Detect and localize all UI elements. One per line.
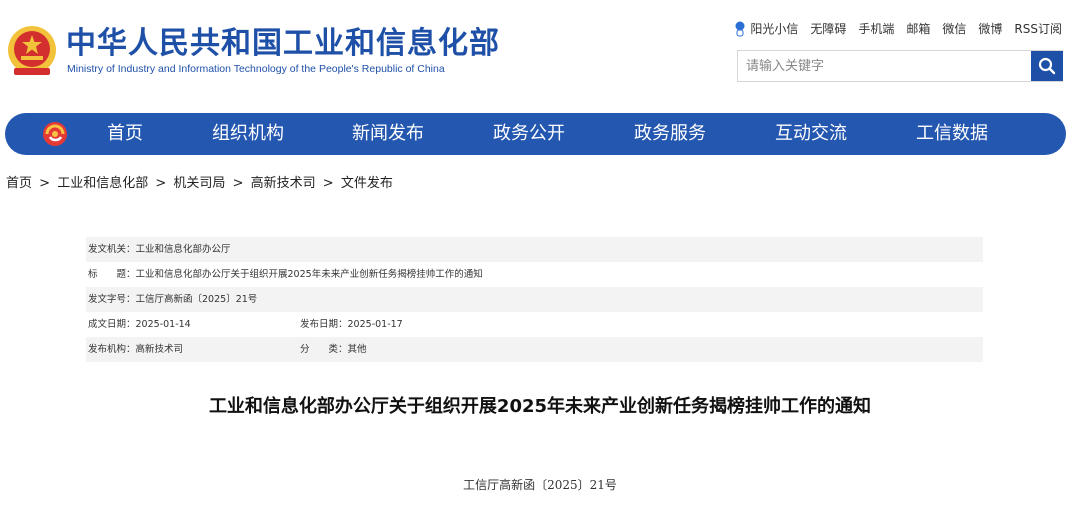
document-meta-table: 发文机关：工业和信息化部办公厅 标 题：工业和信息化部办公厅关于组织开展2025… — [86, 237, 983, 362]
site-name-cn[interactable]: 中华人民共和国工业和信息化部 — [66, 26, 500, 62]
meta-doc-no: 工信厅高新函〔2025〕21号 — [135, 294, 258, 305]
breadcrumb-separator: > — [39, 176, 51, 191]
breadcrumb-home[interactable]: 首页 — [6, 176, 32, 191]
breadcrumb-departments[interactable]: 机关司局 — [173, 176, 225, 191]
meta-written-date: 2025-01-14 — [135, 319, 191, 330]
meta-row-dates: 成文日期：2025-01-14 发布日期：2025-01-17 — [86, 312, 983, 337]
top-link-mail[interactable]: 邮箱 — [906, 20, 930, 37]
meta-label: 发布日期： — [300, 319, 348, 330]
meta-label: 分 类： — [300, 344, 348, 355]
top-link-weibo[interactable]: 微博 — [978, 20, 1002, 37]
meta-row-org: 发布机构：高新技术司 分 类：其他 — [86, 337, 983, 362]
meta-label: 成文日期： — [88, 319, 136, 330]
meta-row-issuer: 发文机关：工业和信息化部办公厅 — [86, 237, 983, 262]
breadcrumb-separator: > — [322, 176, 334, 191]
breadcrumb-documents[interactable]: 文件发布 — [341, 176, 393, 191]
document-number: 工信厅高新函〔2025〕21号 — [463, 478, 617, 492]
search-box — [737, 50, 1063, 82]
search-button[interactable] — [1031, 51, 1063, 81]
top-link-label: 阳光小信 — [750, 22, 799, 36]
meta-row-title: 标 题：工业和信息化部办公厅关于组织开展2025年未来产业创新任务揭榜挂帅工作的… — [86, 262, 983, 287]
meta-publish-date: 2025-01-17 — [347, 319, 403, 330]
site-name-en: Ministry of Industry and Information Tec… — [67, 63, 445, 75]
breadcrumb-separator: > — [155, 176, 167, 191]
meta-label: 标 题： — [88, 269, 136, 280]
nav-item-home[interactable]: 首页 — [107, 113, 143, 155]
nav-item-gov-affairs[interactable]: 政务公开 — [493, 113, 565, 155]
top-link-mobile[interactable]: 手机端 — [858, 20, 894, 37]
document-title: 工业和信息化部办公厅关于组织开展2025年未来产业创新任务揭榜挂帅工作的通知 — [208, 396, 872, 417]
meta-label: 发布机构： — [88, 344, 136, 355]
mascot-icon — [735, 21, 745, 36]
nav-item-gov-services[interactable]: 政务服务 — [634, 113, 706, 155]
nav-item-data[interactable]: 工信数据 — [916, 113, 988, 155]
site-header: 中华人民共和国工业和信息化部 Ministry of Industry and … — [0, 0, 1080, 100]
top-link-sunshine[interactable]: 阳光小信 — [734, 20, 798, 37]
nav-item-interaction[interactable]: 互动交流 — [775, 113, 847, 155]
meta-title: 工业和信息化部办公厅关于组织开展2025年未来产业创新任务揭榜挂帅工作的通知 — [135, 269, 483, 280]
meta-label: 发文机关： — [88, 244, 136, 255]
top-link-wechat[interactable]: 微信 — [942, 20, 966, 37]
top-links: 阳光小信 无障碍 手机端 邮箱 微信 微博 RSS订阅 — [734, 20, 1062, 37]
nav-item-organization[interactable]: 组织机构 — [212, 113, 284, 155]
meta-category: 其他 — [347, 344, 367, 355]
breadcrumb: 首页 > 工业和信息化部 > 机关司局 > 高新技术司 > 文件发布 — [6, 172, 396, 191]
top-link-rss[interactable]: RSS订阅 — [1014, 20, 1062, 37]
search-input[interactable] — [738, 51, 1031, 81]
meta-org: 高新技术司 — [135, 344, 184, 355]
top-link-accessibility[interactable]: 无障碍 — [810, 20, 846, 37]
breadcrumb-ministry[interactable]: 工业和信息化部 — [57, 176, 148, 191]
breadcrumb-separator: > — [232, 176, 244, 191]
main-nav: 首页 组织机构 新闻发布 政务公开 政务服务 互动交流 工信数据 — [5, 113, 1066, 155]
meta-row-doc-no: 发文字号：工信厅高新函〔2025〕21号 — [86, 287, 983, 312]
meta-issuer: 工业和信息化部办公厅 — [135, 244, 231, 255]
meta-label: 发文字号： — [88, 294, 136, 305]
nav-item-news[interactable]: 新闻发布 — [352, 113, 424, 155]
search-icon — [1038, 57, 1056, 75]
breadcrumb-hightech-dept[interactable]: 高新技术司 — [251, 176, 316, 191]
ministry-logo-icon — [43, 122, 67, 146]
national-emblem-icon — [8, 26, 56, 75]
